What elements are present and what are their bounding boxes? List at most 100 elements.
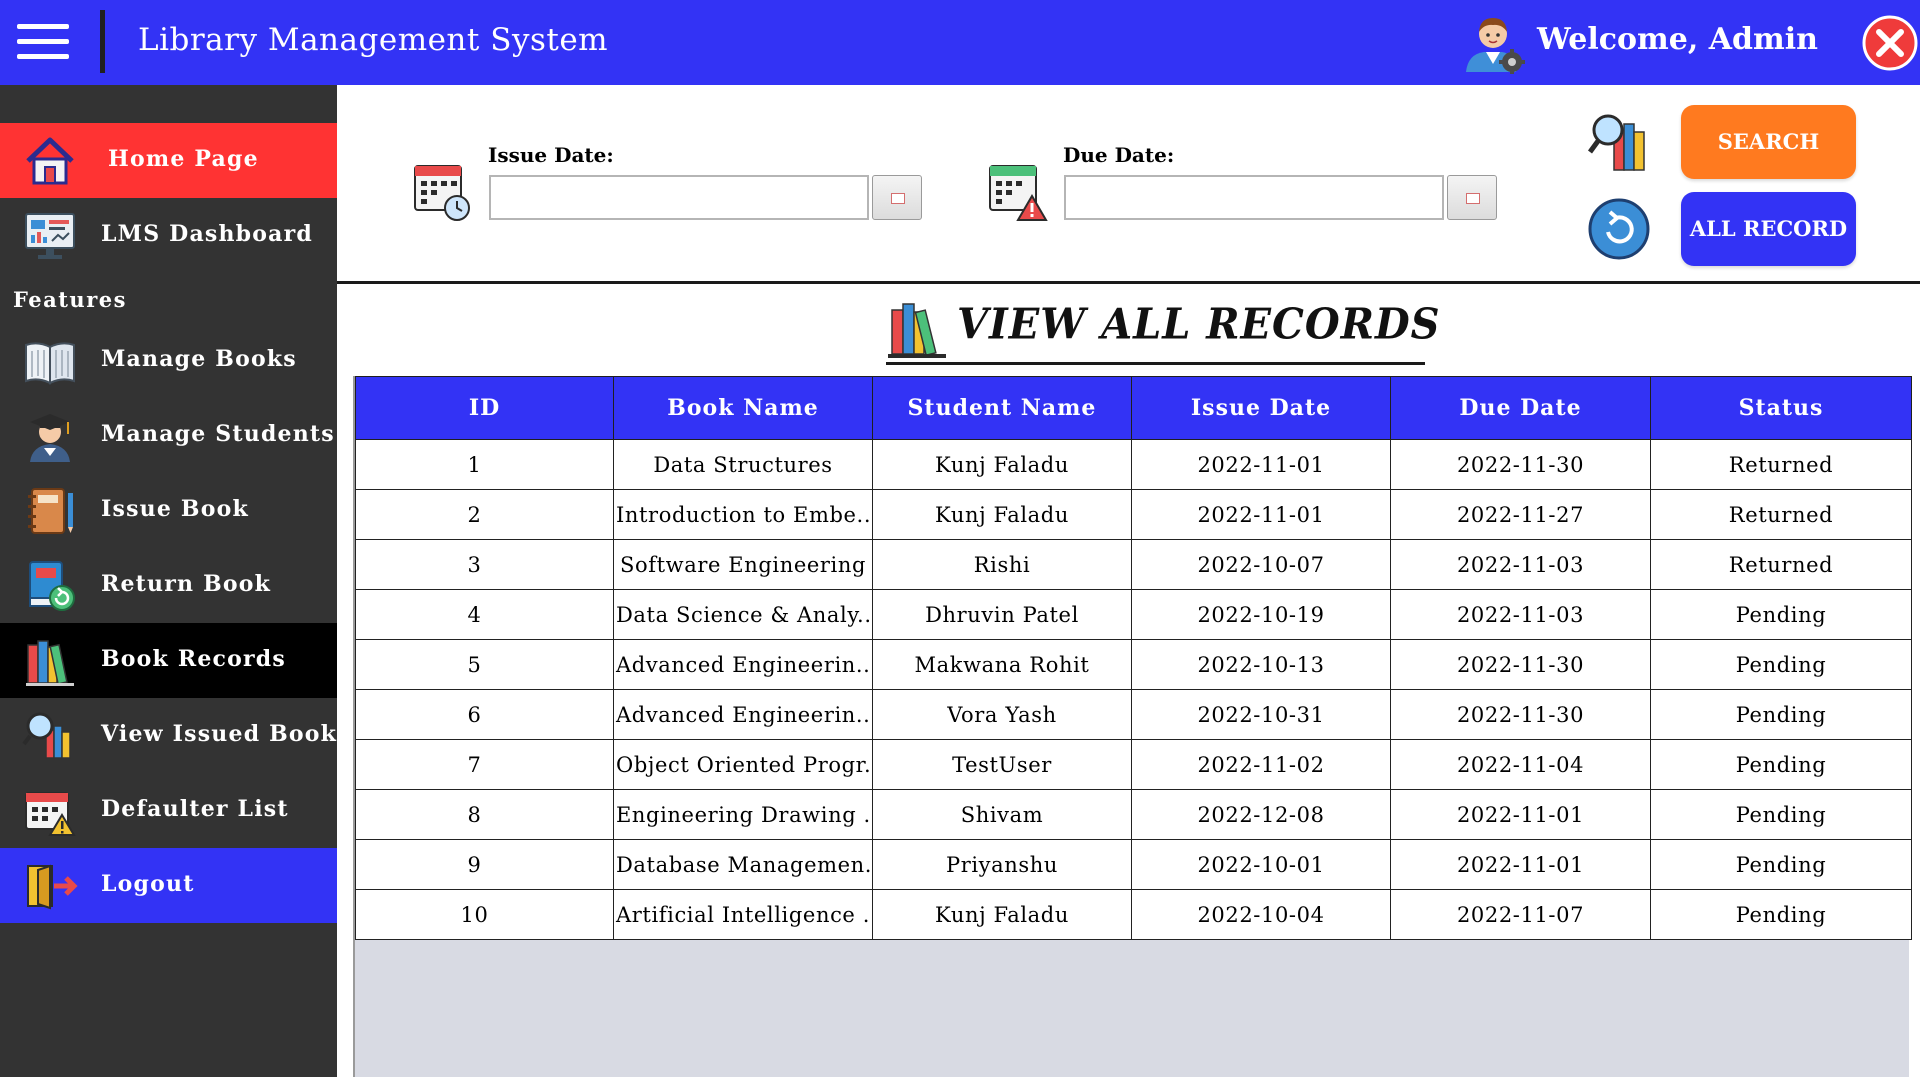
table-cell: 8 <box>355 789 614 840</box>
hamburger-menu-icon[interactable] <box>17 24 69 60</box>
table-row[interactable]: 5 Advanced Engineerin... Makwana Rohit 2022… <box>355 639 1912 690</box>
sidebar-item-book-records[interactable]: Book Records <box>0 623 337 698</box>
issue-date-input[interactable] <box>489 175 869 220</box>
calendar-icon <box>1466 193 1480 204</box>
records-table: ID Book Name Student Name Issue Date Due Dat… <box>355 376 1912 940</box>
column-header[interactable]: ID <box>355 376 614 440</box>
due-date-label: Due Date: <box>1063 143 1175 167</box>
table-cell: 4 <box>355 589 614 640</box>
sidebar-item-label: Logout <box>101 871 195 897</box>
welcome-text: Welcome, Admin <box>1537 22 1818 57</box>
sidebar: Home Page LMS Dashboard Features Manage … <box>0 85 350 1077</box>
column-header[interactable]: Book Name <box>613 376 873 440</box>
table-cell: Software Engineering <box>613 539 873 590</box>
book-icon <box>25 342 75 385</box>
table-cell: Dhruvin Patel <box>872 589 1132 640</box>
top-bar: Library Management System Welcome, Admin <box>0 0 1920 85</box>
table-cell: 2022-10-04 <box>1131 889 1391 940</box>
table-cell: TestUser <box>872 739 1132 790</box>
calendar-warning-icon <box>25 792 76 836</box>
column-header[interactable]: Issue Date <box>1131 376 1391 440</box>
table-cell: Returned <box>1650 439 1912 490</box>
table-cell: 2022-12-08 <box>1131 789 1391 840</box>
calendar-warning-icon <box>989 165 1048 221</box>
table-row[interactable]: 3 Software Engineering Rishi 2022-10-07 2022… <box>355 539 1912 590</box>
app-title: Library Management System <box>138 22 609 58</box>
sidebar-item-logout[interactable]: Logout <box>0 848 337 923</box>
table-cell: 2022-10-19 <box>1131 589 1391 640</box>
table-row[interactable]: 7 Object Oriented Progr... TestUser 2022-11… <box>355 739 1912 790</box>
table-cell: 7 <box>355 739 614 790</box>
table-cell: Object Oriented Progr... <box>613 739 873 790</box>
table-row[interactable]: 10 Artificial Intelligence ... Kunj Faladu… <box>355 889 1912 940</box>
page-title: VIEW ALL RECORDS <box>957 299 1441 350</box>
table-cell: Shivam <box>872 789 1132 840</box>
sidebar-item-return-book[interactable]: Return Book <box>0 548 337 623</box>
sidebar-item-issue-book[interactable]: Issue Book <box>0 473 337 548</box>
column-header[interactable]: Due Date <box>1390 376 1651 440</box>
table-cell: 2022-11-01 <box>1131 439 1391 490</box>
all-record-button[interactable]: ALL RECORD <box>1681 192 1856 266</box>
table-row[interactable]: 6 Advanced Engineerin... Vora Yash 2022-10-… <box>355 689 1912 740</box>
table-row[interactable]: 4 Data Science & Analy... Dhruvin Patel 202… <box>355 589 1912 640</box>
due-date-picker-button[interactable] <box>1447 175 1497 220</box>
sidebar-item-manage-students[interactable]: Manage Students <box>0 398 337 473</box>
table-cell: 2022-11-30 <box>1390 439 1651 490</box>
table-row[interactable]: 1 Data Structures Kunj Faladu 2022-11-01 202… <box>355 439 1912 490</box>
sidebar-item-defaulter-list[interactable]: Defaulter List <box>0 773 337 848</box>
issue-date-picker-button[interactable] <box>872 175 922 220</box>
table-cell: Pending <box>1650 639 1912 690</box>
table-cell: Advanced Engineerin... <box>613 639 873 690</box>
table-cell: 2022-10-07 <box>1131 539 1391 590</box>
records-table-container: ID Book Name Student Name Issue Date Due Dat… <box>353 376 1912 1077</box>
calendar-clock-icon <box>414 165 470 221</box>
home-icon <box>26 137 74 185</box>
table-row[interactable]: 9 Database Managemen... Priyanshu 2022-10-0… <box>355 839 1912 890</box>
sidebar-item-label: Manage Books <box>101 346 297 372</box>
sidebar-item-label: Book Records <box>101 646 286 672</box>
table-cell: 2022-11-30 <box>1390 689 1651 740</box>
return-book-icon <box>29 561 75 611</box>
search-books-icon <box>22 712 71 759</box>
sidebar-item-lms-dashboard[interactable]: LMS Dashboard <box>0 198 337 273</box>
table-cell: Pending <box>1650 889 1912 940</box>
table-cell: Introduction to Embe... <box>613 489 873 540</box>
sidebar-item-manage-books[interactable]: Manage Books <box>0 323 337 398</box>
issue-date-label: Issue Date: <box>488 143 614 167</box>
title-underline <box>886 362 1425 365</box>
table-cell: Rishi <box>872 539 1132 590</box>
refresh-icon[interactable] <box>1586 196 1652 262</box>
books-icon <box>26 640 74 686</box>
table-cell: Returned <box>1650 539 1912 590</box>
table-cell: Pending <box>1650 789 1912 840</box>
table-cell: 2022-11-04 <box>1390 739 1651 790</box>
table-row[interactable]: 8 Engineering Drawing ... Shivam 2022-12-08… <box>355 789 1912 840</box>
column-header[interactable]: Status <box>1650 376 1912 440</box>
table-cell: 6 <box>355 689 614 740</box>
sidebar-item-label: Home Page <box>108 146 259 172</box>
table-cell: 2022-11-01 <box>1390 839 1651 890</box>
admin-avatar-icon <box>1466 18 1525 74</box>
notebook-icon <box>28 488 73 534</box>
table-cell: Database Managemen... <box>613 839 873 890</box>
search-button[interactable]: SEARCH <box>1681 105 1856 179</box>
sidebar-item-view-issued-books[interactable]: View Issued Books <box>0 698 350 773</box>
due-date-input[interactable] <box>1064 175 1444 220</box>
close-icon[interactable] <box>1862 15 1918 71</box>
table-cell: 2022-11-03 <box>1390 539 1651 590</box>
sidebar-item-label: View Issued Books <box>101 721 351 747</box>
table-cell: 2022-11-01 <box>1131 489 1391 540</box>
table-cell: 9 <box>355 839 614 890</box>
calendar-icon <box>891 193 905 204</box>
sidebar-item-label: Defaulter List <box>101 796 289 822</box>
books-icon <box>888 303 946 358</box>
table-cell: 10 <box>355 889 614 940</box>
table-cell: 2022-10-01 <box>1131 839 1391 890</box>
sidebar-item-label: Issue Book <box>101 496 249 522</box>
dashboard-icon <box>25 213 75 259</box>
table-cell: 2022-11-27 <box>1390 489 1651 540</box>
search-books-icon <box>1587 114 1645 171</box>
table-row[interactable]: 2 Introduction to Embe... Kunj Faladu 2022-… <box>355 489 1912 540</box>
column-header[interactable]: Student Name <box>872 376 1132 440</box>
sidebar-item-home-page[interactable]: Home Page <box>0 123 337 198</box>
